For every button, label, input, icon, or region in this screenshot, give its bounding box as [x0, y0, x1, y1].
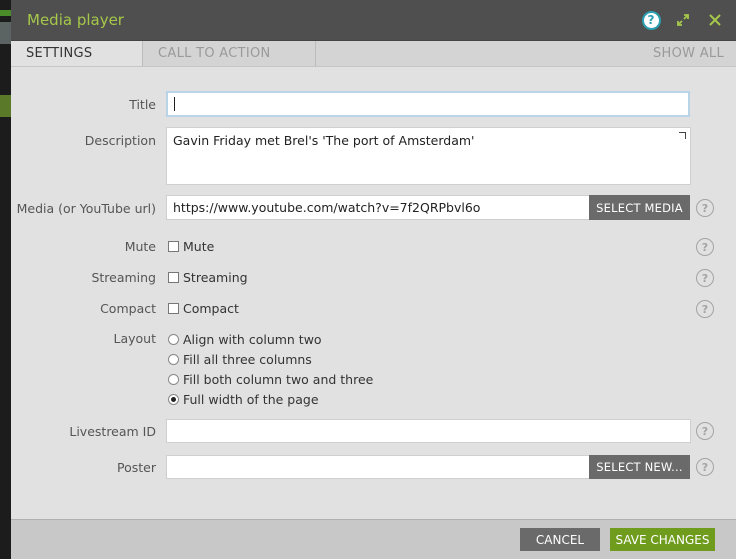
select-media-button[interactable]: SELECT MEDIA [589, 195, 690, 220]
checkbox-icon [168, 272, 179, 283]
mute-row: Mute Mute ? [11, 237, 736, 257]
layout-option-fill-two-and-three[interactable]: Fill both column two and three [168, 372, 373, 387]
help-icon[interactable]: ? [696, 300, 714, 318]
cancel-button[interactable]: CANCEL [520, 528, 600, 551]
radio-selected-icon [168, 394, 179, 405]
tab-settings[interactable]: SETTINGS [11, 41, 143, 66]
maximize-button[interactable] [672, 9, 694, 31]
poster-input[interactable] [166, 455, 590, 479]
title-input[interactable] [166, 91, 690, 117]
help-icon[interactable]: ? [696, 199, 714, 217]
select-new-button[interactable]: SELECT NEW... [589, 455, 690, 479]
radio-icon [168, 354, 179, 365]
streaming-label: Streaming [91, 270, 156, 285]
help-icon[interactable]: ? [696, 422, 714, 440]
layout-option-align-column-two[interactable]: Align with column two [168, 332, 322, 347]
checkbox-icon [168, 303, 179, 314]
save-changes-button[interactable]: SAVE CHANGES [610, 528, 715, 551]
streaming-checkbox[interactable]: Streaming [168, 270, 248, 285]
streaming-row: Streaming Streaming ? [11, 268, 736, 288]
poster-label: Poster [117, 460, 156, 475]
close-button[interactable] [704, 9, 726, 31]
radio-label: Fill both column two and three [183, 372, 374, 387]
layout-row: Layout Align with column two Fill all th… [11, 329, 736, 413]
maximize-icon [677, 14, 689, 26]
description-row: Description Gavin Friday met Brel's 'The… [11, 127, 736, 185]
help-icon[interactable]: ? [696, 238, 714, 256]
livestream-row: Livestream ID ? [11, 419, 736, 443]
layout-label: Layout [113, 331, 157, 346]
media-url-input[interactable]: https://www.youtube.com/watch?v=7f2QRPbv… [166, 195, 590, 220]
livestream-id-input[interactable] [166, 419, 691, 443]
tab-bar: SETTINGS CALL TO ACTION SHOW ALL [11, 41, 736, 67]
dialog-footer: CANCEL SAVE CHANGES [11, 519, 736, 559]
radio-label: Align with column two [183, 332, 322, 347]
media-row: Media (or YouTube url) https://www.youtu… [11, 195, 736, 221]
radio-icon [168, 334, 179, 345]
close-icon [709, 14, 721, 26]
streaming-option-label: Streaming [183, 270, 248, 285]
mute-label: Mute [124, 239, 156, 254]
compact-label: Compact [100, 301, 156, 316]
compact-row: Compact Compact ? [11, 299, 736, 319]
description-textarea[interactable]: Gavin Friday met Brel's 'The port of Ams… [166, 127, 691, 185]
poster-row: Poster SELECT NEW... ? [11, 455, 736, 479]
media-label: Media (or YouTube url) [16, 201, 156, 216]
dialog-titlebar: Media player ? [11, 0, 736, 41]
layout-option-fill-three-columns[interactable]: Fill all three columns [168, 352, 312, 367]
question-circle-icon: ? [641, 10, 661, 30]
livestream-label: Livestream ID [69, 424, 156, 439]
media-url-value: https://www.youtube.com/watch?v=7f2QRPbv… [173, 200, 481, 215]
tab-call-to-action[interactable]: CALL TO ACTION [143, 41, 316, 66]
radio-label: Fill all three columns [183, 352, 312, 367]
help-icon[interactable]: ? [696, 458, 714, 476]
title-label: Title [129, 97, 156, 112]
help-icon[interactable]: ? [696, 269, 714, 287]
title-row: Title [11, 91, 736, 121]
text-caret [174, 97, 175, 111]
description-value: Gavin Friday met Brel's 'The port of Ams… [173, 133, 475, 148]
dialog-title: Media player [27, 11, 124, 29]
help-button[interactable]: ? [640, 9, 662, 31]
tab-show-all[interactable]: SHOW ALL [316, 41, 736, 66]
radio-label: Full width of the page [183, 392, 319, 407]
radio-icon [168, 374, 179, 385]
resize-icon[interactable] [679, 132, 686, 139]
compact-option-label: Compact [183, 301, 239, 316]
media-player-dialog: Media player ? SETTINGS CALL TO ACTION S… [11, 0, 736, 559]
mute-option-label: Mute [183, 239, 215, 254]
layout-option-full-width[interactable]: Full width of the page [168, 392, 319, 407]
compact-checkbox[interactable]: Compact [168, 301, 239, 316]
description-label: Description [84, 133, 156, 148]
checkbox-icon [168, 241, 179, 252]
mute-checkbox[interactable]: Mute [168, 239, 214, 254]
